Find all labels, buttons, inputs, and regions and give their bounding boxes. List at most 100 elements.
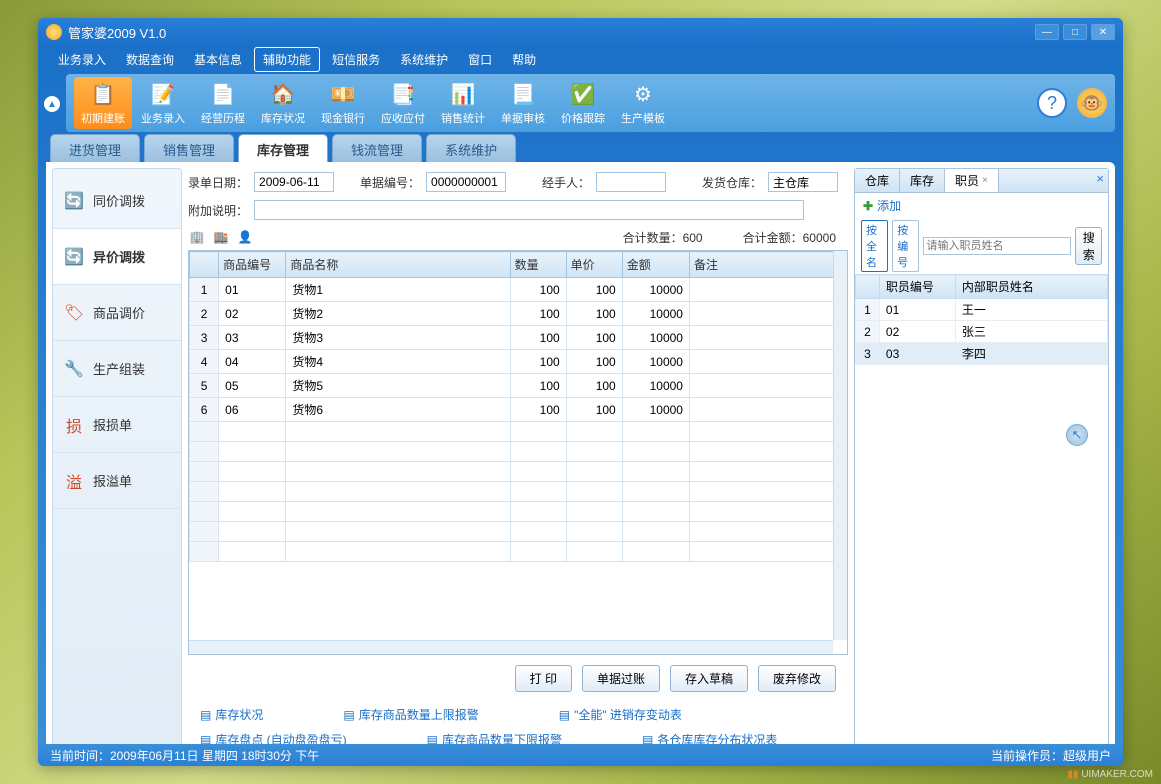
content-area: 进货管理销售管理库存管理钱流管理系统维护 🔄同价调拨🔄异价调拨🏷商品调价🔧生产组…: [46, 134, 1115, 742]
minimize-button[interactable]: —: [1035, 24, 1059, 40]
main-tab-2[interactable]: 库存管理: [238, 134, 328, 162]
toolbar-icon-2: 📄: [209, 80, 237, 108]
link-r1-0[interactable]: ▤库存状况: [200, 706, 263, 723]
grid-col-2[interactable]: 商品名称: [286, 252, 510, 278]
sidebar-item-1[interactable]: 🔄异价调拨: [53, 229, 181, 285]
toolbar-collapse-icon[interactable]: ▲: [44, 96, 60, 112]
building2-icon[interactable]: 🏬: [212, 228, 230, 246]
right-panel-close-icon[interactable]: ×: [1096, 171, 1104, 186]
toolbar-0[interactable]: 📋初期建账: [74, 77, 132, 129]
right-col-1[interactable]: 职员编号: [879, 275, 955, 299]
sidebar-item-4[interactable]: 损报损单: [53, 397, 181, 453]
menu-0[interactable]: 业务录入: [50, 48, 114, 71]
warehouse-label: 发货仓库：: [702, 174, 762, 191]
main-tab-4[interactable]: 系统维护: [426, 134, 516, 162]
table-row[interactable]: 606货物610010010000: [190, 398, 847, 422]
right-tab-1[interactable]: 库存: [900, 169, 945, 192]
table-row-empty[interactable]: [190, 442, 847, 462]
table-row-empty[interactable]: [190, 482, 847, 502]
person-icon[interactable]: 👤: [236, 228, 254, 246]
grid-col-4[interactable]: 单价: [566, 252, 622, 278]
horizontal-scrollbar[interactable]: [189, 640, 833, 654]
menu-5[interactable]: 系统维护: [392, 48, 456, 71]
link-r1-1[interactable]: ▤库存商品数量上限报警: [343, 706, 478, 723]
sidebar-item-5[interactable]: 溢报溢单: [53, 453, 181, 509]
maximize-button[interactable]: □: [1063, 24, 1087, 40]
toolbar-1[interactable]: 📝业务录入: [134, 77, 192, 129]
sidebar-icon-4: 损: [63, 414, 85, 436]
help-icon[interactable]: ?: [1037, 88, 1067, 118]
add-button[interactable]: ✚添加: [855, 193, 1108, 218]
mascot-icon[interactable]: 🐵: [1077, 88, 1107, 118]
grid-col-0[interactable]: [190, 252, 219, 278]
sidebar-item-0[interactable]: 🔄同价调拨: [53, 173, 181, 229]
menu-7[interactable]: 帮助: [504, 48, 544, 71]
grid-col-1[interactable]: 商品编号: [219, 252, 286, 278]
toolbar-8[interactable]: ✅价格跟踪: [554, 77, 612, 129]
total-amt-label: 合计金额：: [743, 231, 803, 245]
search-button[interactable]: 搜索: [1075, 227, 1102, 265]
total-qty-label: 合计数量：: [623, 231, 683, 245]
docno-input[interactable]: [426, 172, 506, 192]
table-row-empty[interactable]: [190, 422, 847, 442]
discard-button[interactable]: 废弃修改: [758, 665, 836, 692]
menu-2[interactable]: 基本信息: [186, 48, 250, 71]
menu-6[interactable]: 窗口: [460, 48, 500, 71]
main-tab-3[interactable]: 钱流管理: [332, 134, 422, 162]
toolbar-icon-8: ✅: [569, 80, 597, 108]
filter-by-name[interactable]: 按全名: [861, 220, 888, 272]
toolbar-9[interactable]: ⚙生产模板: [614, 77, 672, 129]
toolbar-3[interactable]: 🏠库存状况: [254, 77, 312, 129]
date-input[interactable]: [254, 172, 334, 192]
main-tab-0[interactable]: 进货管理: [50, 134, 140, 162]
employee-row[interactable]: 202张三: [856, 321, 1108, 343]
product-grid[interactable]: 商品编号商品名称数量单价金额备注101货物110010010000202货物21…: [188, 250, 848, 655]
table-row[interactable]: 202货物210010010000: [190, 302, 847, 326]
grid-col-3[interactable]: 数量: [510, 252, 566, 278]
draft-button[interactable]: 存入草稿: [670, 665, 748, 692]
table-row[interactable]: 404货物410010010000: [190, 350, 847, 374]
employee-search-input[interactable]: [923, 237, 1071, 255]
right-col-2[interactable]: 内部职员姓名: [955, 275, 1107, 299]
employee-row[interactable]: 101王一: [856, 299, 1108, 321]
building1-icon[interactable]: 🏢: [188, 228, 206, 246]
toolbar: 📋初期建账📝业务录入📄经营历程🏠库存状况💴现金银行📑应收应付📊销售统计📃单据审核…: [66, 74, 1115, 132]
employee-grid[interactable]: 职员编号内部职员姓名101王一202张三303李四: [855, 274, 1108, 365]
menu-4[interactable]: 短信服务: [324, 48, 388, 71]
employee-row[interactable]: 303李四: [856, 343, 1108, 365]
grid-col-6[interactable]: 备注: [689, 252, 846, 278]
tab-close-icon[interactable]: ×: [982, 175, 988, 186]
main-tab-1[interactable]: 销售管理: [144, 134, 234, 162]
sidebar-item-3[interactable]: 🔧生产组装: [53, 341, 181, 397]
table-row-empty[interactable]: [190, 462, 847, 482]
titlebar[interactable]: 管家婆2009 V1.0 — □ ✕: [38, 18, 1123, 46]
table-row[interactable]: 101货物110010010000: [190, 278, 847, 302]
toolbar-4[interactable]: 💴现金银行: [314, 77, 372, 129]
toolbar-6[interactable]: 📊销售统计: [434, 77, 492, 129]
right-col-0[interactable]: [856, 275, 880, 299]
table-row[interactable]: 505货物510010010000: [190, 374, 847, 398]
filter-by-code[interactable]: 按编号: [892, 220, 919, 272]
right-tab-0[interactable]: 仓库: [855, 169, 900, 192]
main-panel: 🔄同价调拨🔄异价调拨🏷商品调价🔧生产组装损报损单溢报溢单 录单日期： 单据编号：…: [46, 162, 1115, 758]
toolbar-5[interactable]: 📑应收应付: [374, 77, 432, 129]
right-tab-2[interactable]: 职员 ×: [945, 169, 999, 192]
close-button[interactable]: ✕: [1091, 24, 1115, 40]
table-row-empty[interactable]: [190, 542, 847, 562]
print-button[interactable]: 打 印: [515, 665, 572, 692]
handler-input[interactable]: [596, 172, 666, 192]
warehouse-input[interactable]: [768, 172, 838, 192]
menu-3[interactable]: 辅助功能: [254, 47, 320, 72]
sidebar-item-2[interactable]: 🏷商品调价: [53, 285, 181, 341]
toolbar-2[interactable]: 📄经营历程: [194, 77, 252, 129]
grid-col-5[interactable]: 金额: [622, 252, 689, 278]
table-row[interactable]: 303货物310010010000: [190, 326, 847, 350]
table-row-empty[interactable]: [190, 522, 847, 542]
menu-1[interactable]: 数据查询: [118, 48, 182, 71]
link-r1-2[interactable]: ▤"全能" 进销存变动表: [559, 706, 682, 723]
toolbar-7[interactable]: 📃单据审核: [494, 77, 552, 129]
post-button[interactable]: 单据过账: [582, 665, 660, 692]
note-input[interactable]: [254, 200, 804, 220]
table-row-empty[interactable]: [190, 502, 847, 522]
vertical-scrollbar[interactable]: [833, 251, 847, 640]
